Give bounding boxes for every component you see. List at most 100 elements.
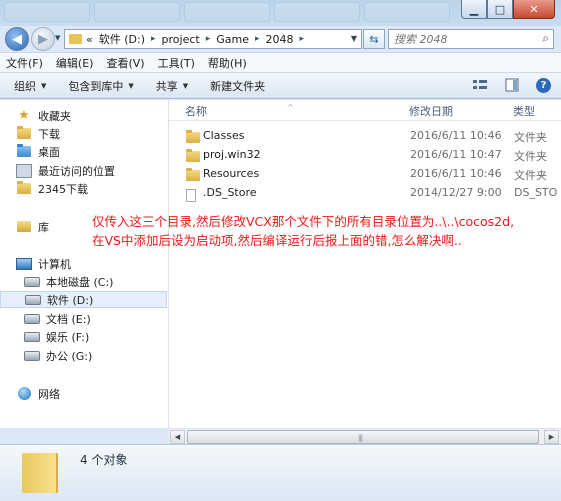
column-header-row: ^ 名称 修改日期 类型 — [169, 100, 561, 121]
file-date: 2016/6/11 10:46 — [410, 167, 502, 180]
nav-computer[interactable]: 计算机 — [16, 255, 183, 272]
search-input[interactable] — [389, 31, 526, 47]
file-row[interactable]: Resources 2016/6/11 10:46 文件夹 — [169, 165, 561, 183]
scroll-thumb[interactable]: ||| — [187, 430, 539, 444]
background-tab — [94, 2, 180, 22]
nav-label: 收藏夹 — [38, 109, 71, 123]
menu-help[interactable]: 帮助(H) — [208, 55, 247, 71]
nav-drive-f[interactable]: 娱乐 (F:) — [24, 328, 191, 345]
preview-pane-button[interactable] — [504, 77, 520, 93]
computer-icon — [16, 257, 32, 271]
title-bar: ▁ □ ✕ — [0, 0, 561, 26]
breadcrumb-item[interactable]: project — [162, 33, 200, 46]
column-header-type[interactable]: 类型 — [513, 103, 535, 119]
close-button[interactable]: ✕ — [513, 0, 555, 19]
include-in-library-button[interactable]: 包含到库中 ▼ — [68, 78, 133, 94]
file-date: 2016/6/11 10:47 — [410, 148, 502, 161]
breadcrumb-item[interactable]: Game — [216, 33, 249, 46]
file-row[interactable]: Classes 2016/6/11 10:46 文件夹 — [169, 127, 561, 145]
file-name: proj.win32 — [203, 148, 261, 161]
back-button[interactable]: ◀ — [5, 27, 29, 51]
new-folder-label: 新建文件夹 — [210, 79, 266, 93]
nav-label: 文档 (E:) — [46, 312, 91, 326]
nav-label: 最近访问的位置 — [38, 164, 115, 178]
chevron-right-icon: ▶ — [548, 433, 555, 441]
horizontal-scrollbar[interactable]: ◀ ||| ▶ — [169, 428, 561, 445]
breadcrumb: « 软件 (D:) ▸ project ▸ Game ▸ 2048 ▸ — [86, 31, 304, 47]
minimize-button[interactable]: ▁ — [461, 0, 487, 19]
nav-drive-c[interactable]: 本地磁盘 (C:) — [24, 273, 191, 290]
organize-label: 组织 — [14, 79, 36, 93]
breadcrumb-overflow[interactable]: « — [86, 33, 93, 46]
address-dropdown-icon[interactable]: ▼ — [351, 34, 357, 43]
star-icon: ★ — [18, 108, 30, 123]
folder-icon — [69, 34, 82, 44]
new-folder-button[interactable]: 新建文件夹 — [210, 78, 265, 94]
breadcrumb-item[interactable]: 2048 — [266, 33, 294, 46]
nav-label: 网络 — [38, 387, 60, 401]
scroll-left-button[interactable]: ◀ — [170, 430, 185, 444]
nav-favorites[interactable]: ★ 收藏夹 — [4, 107, 171, 124]
organize-button[interactable]: 组织 ▼ — [14, 78, 46, 94]
drive-icon — [24, 275, 40, 289]
chevron-right-icon[interactable]: ▸ — [255, 34, 260, 44]
nav-label: 2345下载 — [38, 182, 88, 196]
menu-tools[interactable]: 工具(T) — [158, 55, 195, 71]
nav-network[interactable]: 网络 — [16, 385, 183, 402]
background-tab — [184, 2, 270, 22]
chevron-right-icon[interactable]: ▸ — [300, 34, 305, 44]
nav-downloads[interactable]: 下载 — [16, 125, 183, 142]
column-header-name[interactable]: 名称 — [185, 103, 207, 119]
red-annotation-text: 仅传入这三个目录,然后修改VCX那个文件下的所有目录位置为..\..\cocos… — [92, 212, 552, 250]
chevron-down-icon: ▼ — [182, 81, 189, 90]
address-bar[interactable]: « 软件 (D:) ▸ project ▸ Game ▸ 2048 ▸ ▼ — [64, 29, 362, 49]
chevron-left-icon: ◀ — [174, 433, 181, 441]
close-icon: ✕ — [529, 2, 539, 16]
breadcrumb-item[interactable]: 软件 (D:) — [99, 31, 145, 47]
nav-label: 计算机 — [38, 257, 71, 271]
window-controls: ▁ □ ✕ — [461, 0, 555, 19]
background-tab — [4, 2, 90, 22]
nav-label: 办公 (G:) — [46, 349, 93, 363]
nav-drive-g[interactable]: 办公 (G:) — [24, 347, 191, 364]
maximize-button[interactable]: □ — [487, 0, 513, 19]
annotation-line: 在VS中添加后设为启动项,然后编译运行后报上面的错,怎么解决啊.. — [92, 233, 462, 248]
downloads-folder-icon — [16, 126, 32, 141]
file-list: ^ 名称 修改日期 类型 Classes 2016/6/11 10:46 文件夹… — [169, 100, 561, 428]
nav-drive-d[interactable]: 软件 (D:) — [0, 291, 167, 308]
menu-edit[interactable]: 编辑(E) — [56, 55, 94, 71]
refresh-button[interactable]: ⇆ — [363, 29, 385, 49]
nav-label: 桌面 — [38, 145, 60, 159]
drive-icon — [24, 349, 40, 363]
background-tab — [274, 2, 360, 22]
forward-button[interactable]: ▶ — [31, 27, 55, 51]
nav-recent-places[interactable]: 最近访问的位置 — [16, 162, 183, 179]
help-icon[interactable]: ? — [536, 77, 551, 93]
file-row[interactable]: proj.win32 2016/6/11 10:47 文件夹 — [169, 146, 561, 164]
nav-label: 娱乐 (F:) — [46, 330, 90, 344]
chevron-right-icon[interactable]: ▸ — [151, 34, 156, 44]
nav-desktop[interactable]: 桌面 — [16, 143, 183, 160]
menu-file[interactable]: 文件(F) — [6, 55, 43, 71]
background-tab — [364, 2, 450, 22]
search-icon[interactable]: ⌕ — [542, 31, 549, 46]
nav-drive-e[interactable]: 文档 (E:) — [24, 310, 191, 327]
column-header-date[interactable]: 修改日期 — [409, 103, 453, 119]
recent-pages-dropdown-icon[interactable]: ▼ — [55, 34, 60, 42]
menu-view[interactable]: 查看(V) — [106, 55, 144, 71]
file-row[interactable]: .DS_Store 2014/12/27 9:00 DS_STO — [169, 184, 561, 202]
nav-label: 下载 — [38, 127, 60, 141]
nav-2345-downloads[interactable]: 2345下载 — [16, 180, 183, 197]
include-library-label: 包含到库中 — [68, 79, 124, 93]
share-button[interactable]: 共享 ▼ — [156, 78, 188, 94]
share-label: 共享 — [155, 79, 178, 93]
change-view-button[interactable] — [472, 77, 488, 93]
file-type: 文件夹 — [514, 150, 547, 163]
chevron-right-icon[interactable]: ▸ — [206, 34, 211, 44]
file-name: Classes — [203, 129, 245, 142]
file-type: 文件夹 — [514, 131, 547, 144]
nav-label: 软件 (D:) — [47, 293, 94, 307]
scroll-right-button[interactable]: ▶ — [544, 430, 559, 444]
menu-bar: 文件(F) 编辑(E) 查看(V) 工具(T) 帮助(H) — [0, 52, 561, 72]
item-count: 4 个对象 — [80, 453, 128, 467]
